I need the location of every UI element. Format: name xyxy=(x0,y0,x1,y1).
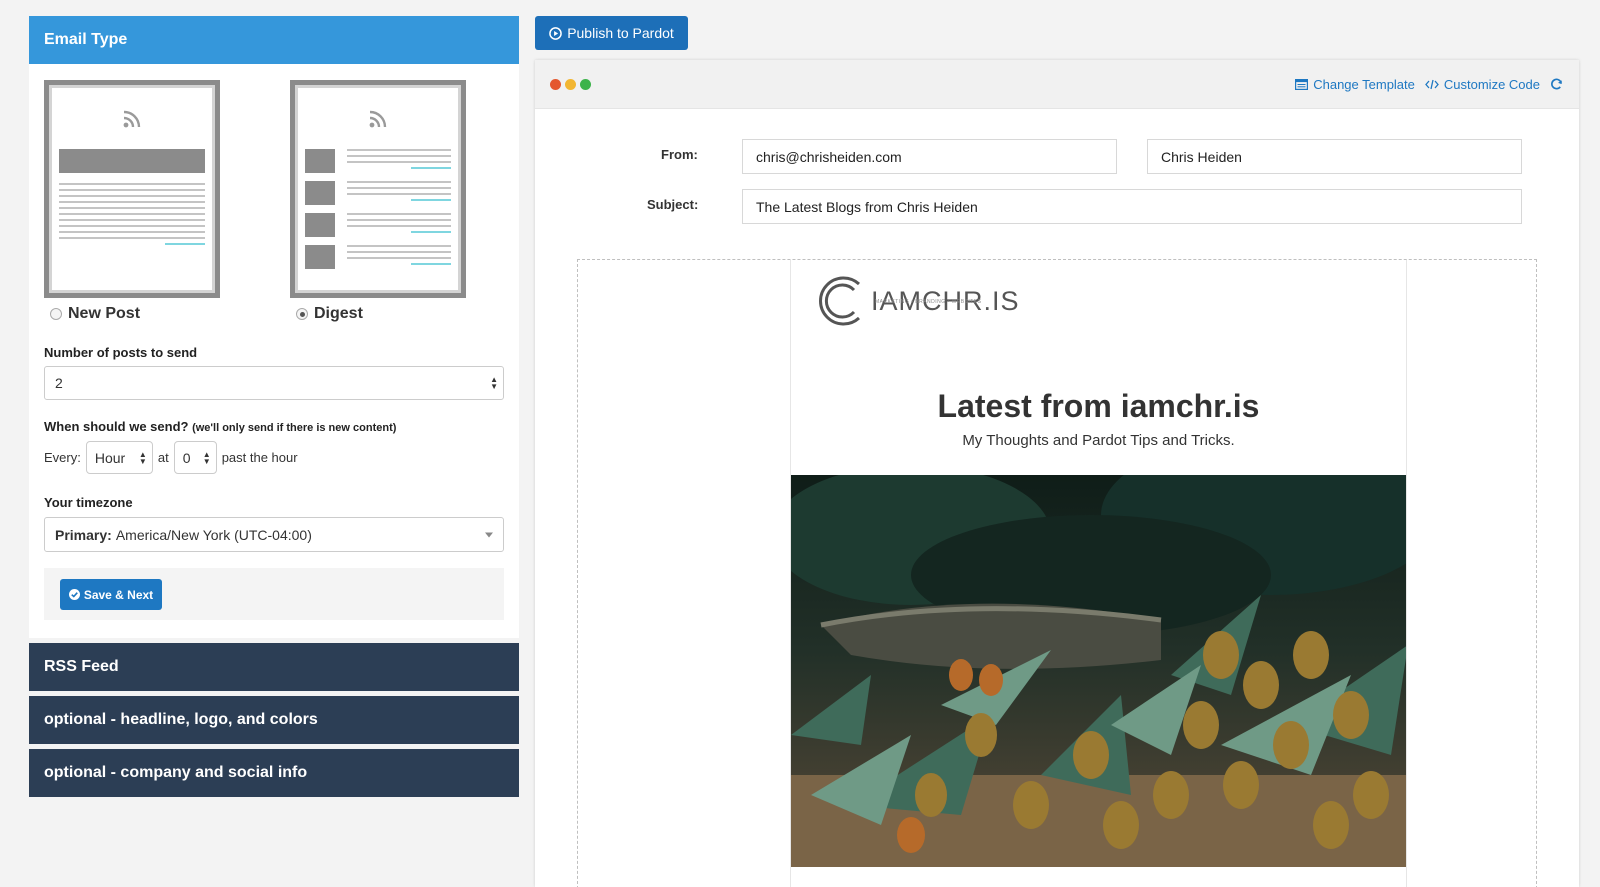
hero-image xyxy=(791,475,1406,867)
email-type-options: New Post Digest xyxy=(44,80,504,323)
digest-row xyxy=(305,245,451,271)
iamchris-logo-icon xyxy=(819,276,861,326)
email-type-body: New Post Digest Number of posts to send … xyxy=(29,64,519,638)
digest-row xyxy=(305,181,451,207)
digest-radio[interactable] xyxy=(296,308,308,320)
type-digest[interactable]: Digest xyxy=(290,80,466,323)
send-schedule-label-text: When should we send? xyxy=(44,419,189,434)
new-post-radio[interactable] xyxy=(50,308,62,320)
from-label: From: xyxy=(661,147,698,162)
email-body: IAMCHR.IS MARKETING • BRANDING • WEBSITE… xyxy=(790,260,1407,887)
every-label: Every: xyxy=(44,450,81,465)
thumb-headline-block xyxy=(59,149,205,173)
publish-label: Publish to Pardot xyxy=(567,25,674,41)
chevron-down-icon xyxy=(485,532,493,537)
timezone-label: Your timezone xyxy=(44,495,133,510)
publish-to-pardot-button[interactable]: Publish to Pardot xyxy=(535,16,688,50)
play-circle-icon xyxy=(549,26,563,40)
new-post-option[interactable]: New Post xyxy=(44,305,220,323)
preview-titlebar: Change Template Customize Code xyxy=(535,60,1579,109)
send-schedule-note: (we'll only send if there is new content… xyxy=(192,422,397,434)
subject-label: Subject: xyxy=(647,197,699,212)
posts-count-label: Number of posts to send xyxy=(44,345,198,360)
type-new-post[interactable]: New Post xyxy=(44,80,220,323)
change-template-label: Change Template xyxy=(1313,77,1415,92)
code-icon xyxy=(1425,79,1439,90)
minute-select[interactable]: 0 ▲ ▼ xyxy=(173,441,217,474)
interval-value: Hour xyxy=(94,449,126,466)
posts-count-value: 2 xyxy=(55,375,63,391)
headline-logo-colors-section[interactable]: optional - headline, logo, and colors xyxy=(29,696,519,744)
rss-feed-heading: RSS Feed xyxy=(44,658,119,675)
window-maximize-dot xyxy=(580,79,591,90)
customize-code-label: Customize Code xyxy=(1443,77,1540,92)
digest-thumbnail[interactable] xyxy=(290,80,466,298)
interval-select[interactable]: Hour ▲ ▼ xyxy=(85,441,153,474)
posts-count-select[interactable]: 2 ▲ ▼ xyxy=(44,366,504,400)
digest-row xyxy=(305,149,451,175)
preview-tools: Change Template Customize Code xyxy=(1295,60,1563,109)
customize-code-link[interactable]: Customize Code xyxy=(1425,77,1540,92)
logo-tagline: MARKETING • BRANDING • WEBSITES xyxy=(875,299,982,305)
digest-option[interactable]: Digest xyxy=(290,305,466,323)
digest-row xyxy=(305,213,451,239)
company-social-section[interactable]: optional - company and social info xyxy=(29,749,519,797)
send-schedule-label: When should we send? (we'll only send if… xyxy=(44,419,504,434)
save-next-button[interactable]: Save & Next xyxy=(60,579,162,610)
from-email-value: chris@chrisheiden.com xyxy=(756,148,902,165)
headline-logo-colors-heading: optional - headline, logo, and colors xyxy=(44,711,318,728)
stepper-arrows-icon: ▲ ▼ xyxy=(490,375,498,391)
timezone-select[interactable]: Primary: America/New York (UTC-04:00) xyxy=(44,517,504,552)
email-type-heading: Email Type xyxy=(44,31,128,48)
from-email-input[interactable]: chris@chrisheiden.com xyxy=(742,139,1117,174)
email-canvas: IAMCHR.IS MARKETING • BRANDING • WEBSITE… xyxy=(577,259,1537,887)
stepper-arrows-icon: ▲ ▼ xyxy=(202,449,211,466)
timezone-value: America/New York (UTC-04:00) xyxy=(115,526,312,543)
settings-panel: Email Type New Post Digest Number of pos… xyxy=(29,16,519,797)
window-minimize-dot xyxy=(565,79,576,90)
refresh-icon[interactable] xyxy=(1550,78,1563,91)
email-type-header[interactable]: Email Type xyxy=(29,16,519,64)
rss-icon xyxy=(369,110,387,128)
email-title: Latest from iamchr.is xyxy=(937,388,1260,424)
rss-icon xyxy=(123,110,141,128)
thumb-text-lines xyxy=(59,183,205,249)
subject-input[interactable]: The Latest Blogs from Chris Heiden xyxy=(742,189,1522,224)
send-schedule-row: Every: Hour ▲ ▼ at 0 ▲ ▼ past the hour xyxy=(44,441,504,474)
rss-feed-section[interactable]: RSS Feed xyxy=(29,643,519,691)
change-template-link[interactable]: Change Template xyxy=(1295,77,1415,92)
at-label: at xyxy=(157,450,169,465)
minute-value: 0 xyxy=(182,449,191,466)
pineapples-boat-photo xyxy=(791,475,1406,867)
from-name-input[interactable]: Chris Heiden xyxy=(1147,139,1522,174)
timezone-prefix: Primary: xyxy=(55,526,112,543)
window-close-dot xyxy=(550,79,561,90)
past-the-hour-label: past the hour xyxy=(221,450,298,465)
from-name-value: Chris Heiden xyxy=(1161,148,1242,165)
new-post-label: New Post xyxy=(68,305,141,322)
save-next-label: Save & Next xyxy=(83,587,154,602)
stepper-arrows-icon: ▲ ▼ xyxy=(138,449,147,466)
company-social-heading: optional - company and social info xyxy=(44,764,308,781)
save-area: Save & Next xyxy=(44,568,504,620)
new-post-thumbnail[interactable] xyxy=(44,80,220,298)
template-icon xyxy=(1295,79,1309,90)
digest-label: Digest xyxy=(314,305,363,322)
check-circle-icon xyxy=(68,589,80,600)
email-preview-window: Change Template Customize Code From: chr… xyxy=(535,60,1579,887)
subject-value: The Latest Blogs from Chris Heiden xyxy=(756,198,978,215)
email-subtitle: My Thoughts and Pardot Tips and Tricks. xyxy=(962,432,1235,449)
